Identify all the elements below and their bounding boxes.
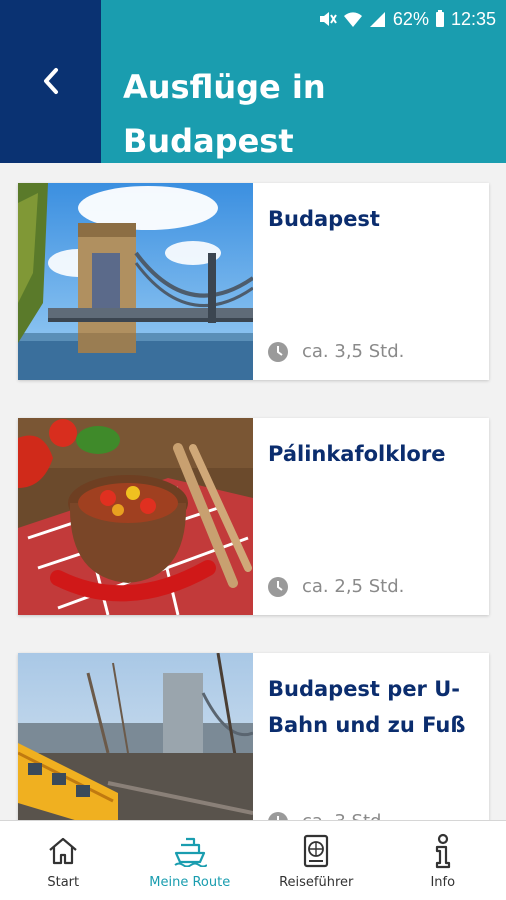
excursion-list[interactable]: Budapest ca. 3,5 Std. Pálinkafolklore ca…: [0, 163, 506, 820]
excursion-card[interactable]: Pálinkafolklore ca. 2,5 Std.: [18, 418, 489, 615]
info-icon: [432, 833, 454, 869]
bottom-navigation: Start Meine Route Reiseführer Info: [0, 820, 506, 900]
signal-icon: [369, 10, 387, 28]
battery-percent: 62%: [392, 8, 429, 29]
nav-meine-route[interactable]: Meine Route: [127, 821, 254, 900]
ship-icon: [173, 833, 207, 869]
nav-label: Meine Route: [149, 875, 231, 890]
goulash-pot-photo: [18, 418, 253, 615]
excursion-card[interactable]: Budapest ca. 3,5 Std.: [18, 183, 489, 380]
duration-text: ca. 2,5 Std.: [302, 576, 405, 597]
guidebook-icon: [302, 833, 330, 869]
mute-icon: [317, 10, 337, 28]
nav-info[interactable]: Info: [380, 821, 506, 900]
duration-text: ca. 3,5 Std.: [302, 341, 405, 362]
nav-label: Reiseführer: [279, 875, 354, 890]
excursion-card[interactable]: Budapest per U-Bahn und zu Fuß ca. 3 Std…: [18, 653, 489, 820]
battery-icon: [435, 10, 445, 28]
clock-time: 12:35: [450, 8, 496, 29]
excursion-title: Pálinkafolklore: [268, 442, 446, 466]
duration: ca. 3,5 Std.: [268, 341, 404, 362]
card-body: Pálinkafolklore ca. 2,5 Std.: [253, 418, 489, 615]
page-title: Ausflüge in Budapest: [123, 68, 326, 160]
home-icon: [47, 833, 79, 869]
duration: ca. 2,5 Std.: [268, 576, 404, 597]
clock-icon: [268, 576, 288, 597]
clock-icon: [268, 341, 288, 362]
tram-bridge-photo: [18, 653, 253, 820]
nav-label: Info: [430, 875, 456, 890]
chain-bridge-photo: [18, 183, 253, 380]
card-body: Budapest ca. 3,5 Std.: [253, 183, 489, 380]
status-bar: 62% 12:35: [0, 0, 506, 38]
duration-text: ca. 3 Std.: [302, 811, 387, 820]
duration: ca. 3 Std.: [268, 811, 387, 820]
excursion-title: Budapest per U-Bahn und zu Fuß: [268, 677, 466, 737]
nav-reisefuehrer[interactable]: Reiseführer: [253, 821, 380, 900]
clock-icon: [268, 811, 288, 820]
nav-label: Start: [47, 875, 80, 890]
chevron-left-icon: [43, 67, 58, 94]
card-body: Budapest per U-Bahn und zu Fuß ca. 3 Std…: [253, 653, 489, 820]
wifi-icon: [343, 10, 363, 28]
nav-start[interactable]: Start: [0, 821, 127, 900]
excursion-title: Budapest: [268, 207, 380, 231]
